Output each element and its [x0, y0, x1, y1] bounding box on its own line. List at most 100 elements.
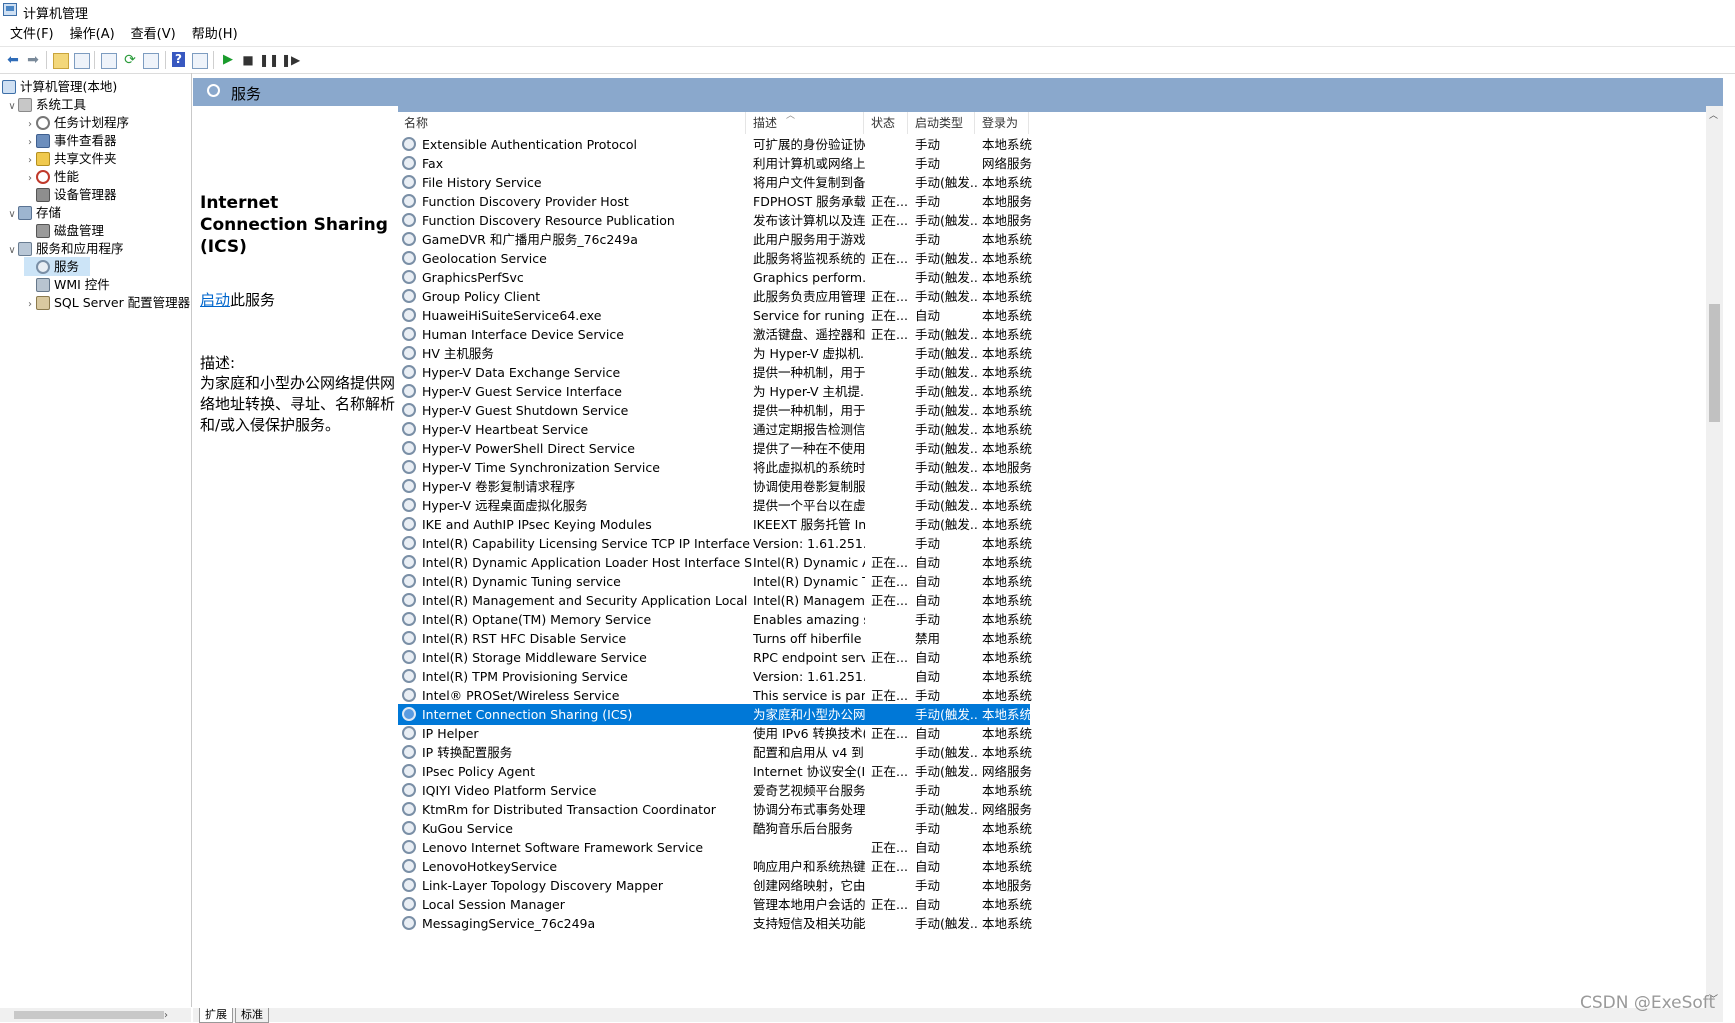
- menu-view[interactable]: 查看(V): [123, 24, 184, 46]
- forward-icon[interactable]: ➡: [24, 51, 42, 69]
- tree-item-services-applications[interactable]: ∨ 服务和应用程序: [6, 239, 124, 258]
- service-row[interactable]: Geolocation Service 此服务将监视系统的... 正在... 手动(触…: [398, 248, 1032, 269]
- menu-action[interactable]: 操作(A): [62, 24, 123, 46]
- service-row[interactable]: Link-Layer Topology Discovery Mapper 创建网络…: [398, 875, 1032, 896]
- wmi-control-icon: [36, 278, 50, 292]
- service-description: FDPHOST 服务承载...: [753, 194, 865, 209]
- service-row[interactable]: Intel(R) Management and Security Applica…: [398, 590, 1032, 611]
- chevron-down-icon[interactable]: ∨: [6, 97, 18, 116]
- service-row[interactable]: Function Discovery Resource Publication 发…: [398, 210, 1032, 231]
- scroll-right-icon[interactable]: ›: [164, 1010, 168, 1021]
- service-row[interactable]: IPsec Policy Agent Internet 协议安全(I... 正在..…: [398, 761, 1032, 782]
- tree-item-shared-folders[interactable]: › 共享文件夹: [24, 149, 117, 168]
- menu-help[interactable]: 帮助(H): [184, 24, 246, 46]
- export-list-icon[interactable]: [143, 53, 159, 69]
- tree-item-sql-server[interactable]: › SQL Server 配置管理器: [24, 293, 190, 312]
- service-row[interactable]: Extensible Authentication Protocol 可扩展的身份…: [398, 134, 1032, 155]
- service-row[interactable]: Intel® PROSet/Wireless Service This servi…: [398, 685, 1032, 706]
- service-row[interactable]: IP Helper 使用 IPv6 转换技术(... 正在... 自动 本地系统: [398, 723, 1032, 744]
- service-row[interactable]: Intel(R) Optane(TM) Memory Service Enable…: [398, 609, 1032, 630]
- start-service-link[interactable]: 启动: [200, 291, 230, 309]
- service-row[interactable]: Internet Connection Sharing (ICS) 为家庭和小型办…: [398, 704, 1032, 725]
- service-row[interactable]: IP 转换配置服务 配置和启用从 v4 到... 手动(触发... 本地系统: [398, 742, 1032, 763]
- scroll-up-icon[interactable]: ︿: [1709, 108, 1718, 121]
- service-row[interactable]: Intel(R) Dynamic Application Loader Host…: [398, 552, 1032, 573]
- show-action-pane-icon[interactable]: [192, 53, 208, 69]
- help-icon[interactable]: ?: [172, 52, 185, 67]
- tree-item-storage[interactable]: ∨ 存储: [6, 203, 61, 222]
- service-row[interactable]: Group Policy Client 此服务负责应用管理... 正在... 手动(触…: [398, 286, 1032, 307]
- chevron-down-icon[interactable]: ∨: [6, 205, 18, 224]
- service-row[interactable]: Hyper-V 远程桌面虚拟化服务 提供一个平台以在虚... 手动(触发... 本地系…: [398, 495, 1032, 516]
- services-vertical-scrollbar[interactable]: ︿ ﹀: [1706, 106, 1723, 1008]
- service-row[interactable]: IQIYI Video Platform Service 爱奇艺视频平台服务 手动 本…: [398, 780, 1032, 801]
- service-name: Geolocation Service: [422, 251, 547, 266]
- tree-item-device-manager[interactable]: 设备管理器: [24, 185, 117, 204]
- service-row[interactable]: Hyper-V Data Exchange Service 提供一种机制，用于..…: [398, 362, 1032, 383]
- scrollbar-thumb[interactable]: [14, 1011, 164, 1019]
- tab-extended[interactable]: 扩展: [199, 1008, 233, 1023]
- refresh-icon[interactable]: ⟳: [121, 51, 139, 69]
- service-row[interactable]: Intel(R) Storage Middleware Service RPC e…: [398, 647, 1032, 668]
- service-row[interactable]: HuaweiHiSuiteService64.exe Service for ru…: [398, 305, 1032, 326]
- chevron-right-icon[interactable]: ›: [24, 295, 36, 314]
- column-header-name[interactable]: 名称: [398, 112, 746, 134]
- service-name: Hyper-V PowerShell Direct Service: [422, 441, 635, 456]
- tree-item-event-viewer[interactable]: › 事件查看器: [24, 131, 117, 150]
- tree-item-wmi-control[interactable]: WMI 控件: [24, 275, 110, 294]
- properties-icon[interactable]: [101, 53, 117, 69]
- service-row[interactable]: GameDVR 和广播用户服务_76c249a 此用户服务用于游戏... 手动 本地系…: [398, 229, 1032, 250]
- service-row[interactable]: File History Service 将用户文件复制到备... 手动(触发...…: [398, 172, 1032, 193]
- restart-service-icon[interactable]: ❚▶: [281, 51, 300, 69]
- description-label: 描述:: [200, 354, 236, 372]
- start-service-icon[interactable]: ▶: [219, 51, 237, 69]
- tree-item-disk-management[interactable]: 磁盘管理: [24, 221, 104, 240]
- service-row[interactable]: Hyper-V Guest Shutdown Service 提供一种机制，用于.…: [398, 400, 1032, 421]
- service-row[interactable]: Hyper-V Time Synchronization Service 将此虚拟…: [398, 457, 1032, 478]
- service-row[interactable]: Hyper-V PowerShell Direct Service 提供了一种在不…: [398, 438, 1032, 459]
- service-name: Intel(R) RST HFC Disable Service: [422, 631, 627, 646]
- service-row[interactable]: Intel(R) Dynamic Tuning service Intel(R) …: [398, 571, 1032, 592]
- tree-item-system-tools[interactable]: ∨ 系统工具: [6, 95, 86, 114]
- service-row[interactable]: KuGou Service 酷狗音乐后台服务 手动 本地系统: [398, 818, 1032, 839]
- service-name: GameDVR 和广播用户服务_76c249a: [422, 232, 638, 247]
- tree-item-computer-management[interactable]: 计算机管理(本地): [2, 77, 117, 96]
- service-gear-icon: [402, 270, 416, 284]
- service-row[interactable]: MessagingService_76c249a 支持短信及相关功能... 手动(触…: [398, 913, 1032, 934]
- service-row[interactable]: Hyper-V Guest Service Interface 为 Hyper-V…: [398, 381, 1032, 402]
- service-row[interactable]: Intel(R) Capability Licensing Service TC…: [398, 533, 1032, 554]
- tree-item-label: 设备管理器: [54, 187, 117, 202]
- column-header-description[interactable]: 描述: [747, 112, 864, 134]
- service-row[interactable]: Function Discovery Provider Host FDPHOST …: [398, 191, 1032, 212]
- service-row[interactable]: Hyper-V 卷影复制请求程序 协调使用卷影复制服... 手动(触发... 本地系统: [398, 476, 1032, 497]
- service-row[interactable]: Local Session Manager 管理本地用户会话的... 正在... 自动…: [398, 894, 1032, 915]
- service-row[interactable]: Hyper-V Heartbeat Service 通过定期报告检测信... 手动(…: [398, 419, 1032, 440]
- menu-file[interactable]: 文件(F): [0, 24, 62, 46]
- service-row[interactable]: Human Interface Device Service 激活键盘、遥控器和.…: [398, 324, 1032, 345]
- service-row[interactable]: Intel(R) RST HFC Disable Service Turns of…: [398, 628, 1032, 649]
- chevron-down-icon[interactable]: ∨: [6, 241, 18, 260]
- service-row[interactable]: LenovoHotkeyService 响应用户和系统热键... 正在... 自动 本地…: [398, 856, 1032, 877]
- tree-item-task-scheduler[interactable]: › 任务计划程序: [24, 113, 129, 132]
- service-row[interactable]: IKE and AuthIP IPsec Keying Modules IKEEX…: [398, 514, 1032, 535]
- column-header-status[interactable]: 状态: [865, 112, 908, 134]
- stop-service-icon[interactable]: ■: [239, 51, 257, 69]
- service-row[interactable]: Fax 利用计算机或网络上... 手动 网络服务: [398, 153, 1032, 174]
- service-row[interactable]: HV 主机服务 为 Hyper-V 虚拟机... 手动(触发... 本地系统: [398, 343, 1032, 364]
- service-startup-type: 手动: [915, 194, 941, 209]
- show-hide-tree-icon[interactable]: [74, 53, 90, 69]
- pause-service-icon[interactable]: ❚❚: [259, 51, 279, 69]
- tab-standard[interactable]: 标准: [235, 1008, 269, 1023]
- service-row[interactable]: KtmRm for Distributed Transaction Coordi…: [398, 799, 1032, 820]
- service-row[interactable]: GraphicsPerfSvc Graphics perform... 手动(触发.…: [398, 267, 1032, 288]
- column-header-log-on-as[interactable]: 登录为: [976, 112, 1029, 134]
- tree-item-services[interactable]: 服务: [24, 257, 90, 276]
- service-row[interactable]: Intel(R) TPM Provisioning Service Version…: [398, 666, 1032, 687]
- tree-horizontal-scrollbar[interactable]: [0, 1008, 191, 1022]
- scrollbar-thumb[interactable]: [1709, 304, 1720, 422]
- service-row[interactable]: Lenovo Internet Software Framework Servi…: [398, 837, 1032, 858]
- back-icon[interactable]: ⬅: [4, 51, 22, 69]
- column-header-startup-type[interactable]: 启动类型: [909, 112, 975, 134]
- up-folder-icon[interactable]: [53, 53, 69, 69]
- tree-item-performance[interactable]: › 性能: [24, 167, 79, 186]
